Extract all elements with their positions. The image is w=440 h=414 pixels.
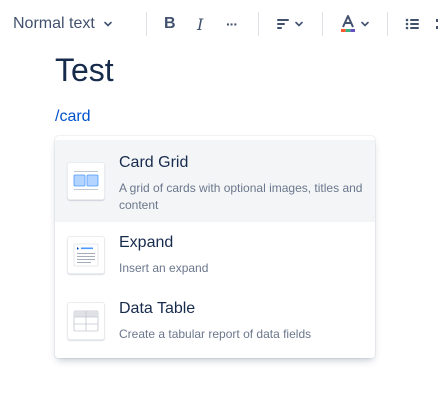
more-formatting-button[interactable]: ··· xyxy=(226,14,238,34)
text-color-icon xyxy=(341,15,355,32)
expand-icon xyxy=(67,236,105,274)
page-title[interactable]: Test xyxy=(55,52,114,89)
align-left-icon xyxy=(277,19,289,29)
text-style-label: Normal text xyxy=(13,15,95,32)
menu-item-title: Expand xyxy=(119,234,174,251)
data-table-icon xyxy=(67,302,105,340)
chevron-down-icon xyxy=(295,21,303,27)
menu-item-description: Insert an expand xyxy=(119,261,209,275)
toolbar-divider xyxy=(146,12,147,36)
bullet-list-icon xyxy=(405,18,419,30)
quick-insert-menu: Card Grid A grid of cards with optional … xyxy=(55,136,375,358)
menu-item-data-table[interactable]: Data Table Create a tabular report of da… xyxy=(55,288,375,354)
card-grid-icon xyxy=(67,162,105,200)
slash-command-text[interactable]: /card xyxy=(55,108,91,126)
menu-item-title: Card Grid xyxy=(119,154,189,171)
editor-toolbar: Normal text B I ··· xyxy=(0,0,440,48)
alignment-button[interactable] xyxy=(276,14,304,34)
menu-item-description: Create a tabular report of data fields xyxy=(119,327,312,341)
toolbar-divider xyxy=(322,12,323,36)
italic-button[interactable]: I xyxy=(197,14,203,34)
toolbar-divider xyxy=(258,12,259,36)
toolbar-divider xyxy=(387,12,388,36)
numbered-list-icon xyxy=(436,19,438,29)
chevron-down-icon xyxy=(361,21,369,27)
bullet-list-button[interactable] xyxy=(405,14,419,34)
text-color-button[interactable] xyxy=(340,14,370,34)
menu-item-title: Data Table xyxy=(119,300,196,317)
menu-item-expand[interactable]: Expand Insert an expand xyxy=(55,222,375,288)
chevron-down-icon xyxy=(103,21,112,27)
menu-item-description: A grid of cards with optional images, ti… xyxy=(119,181,363,212)
numbered-list-button[interactable] xyxy=(434,14,440,34)
menu-item-card-grid[interactable]: Card Grid A grid of cards with optional … xyxy=(55,140,375,222)
bold-button[interactable]: B xyxy=(164,14,176,34)
text-style-dropdown[interactable]: Normal text xyxy=(13,15,113,33)
